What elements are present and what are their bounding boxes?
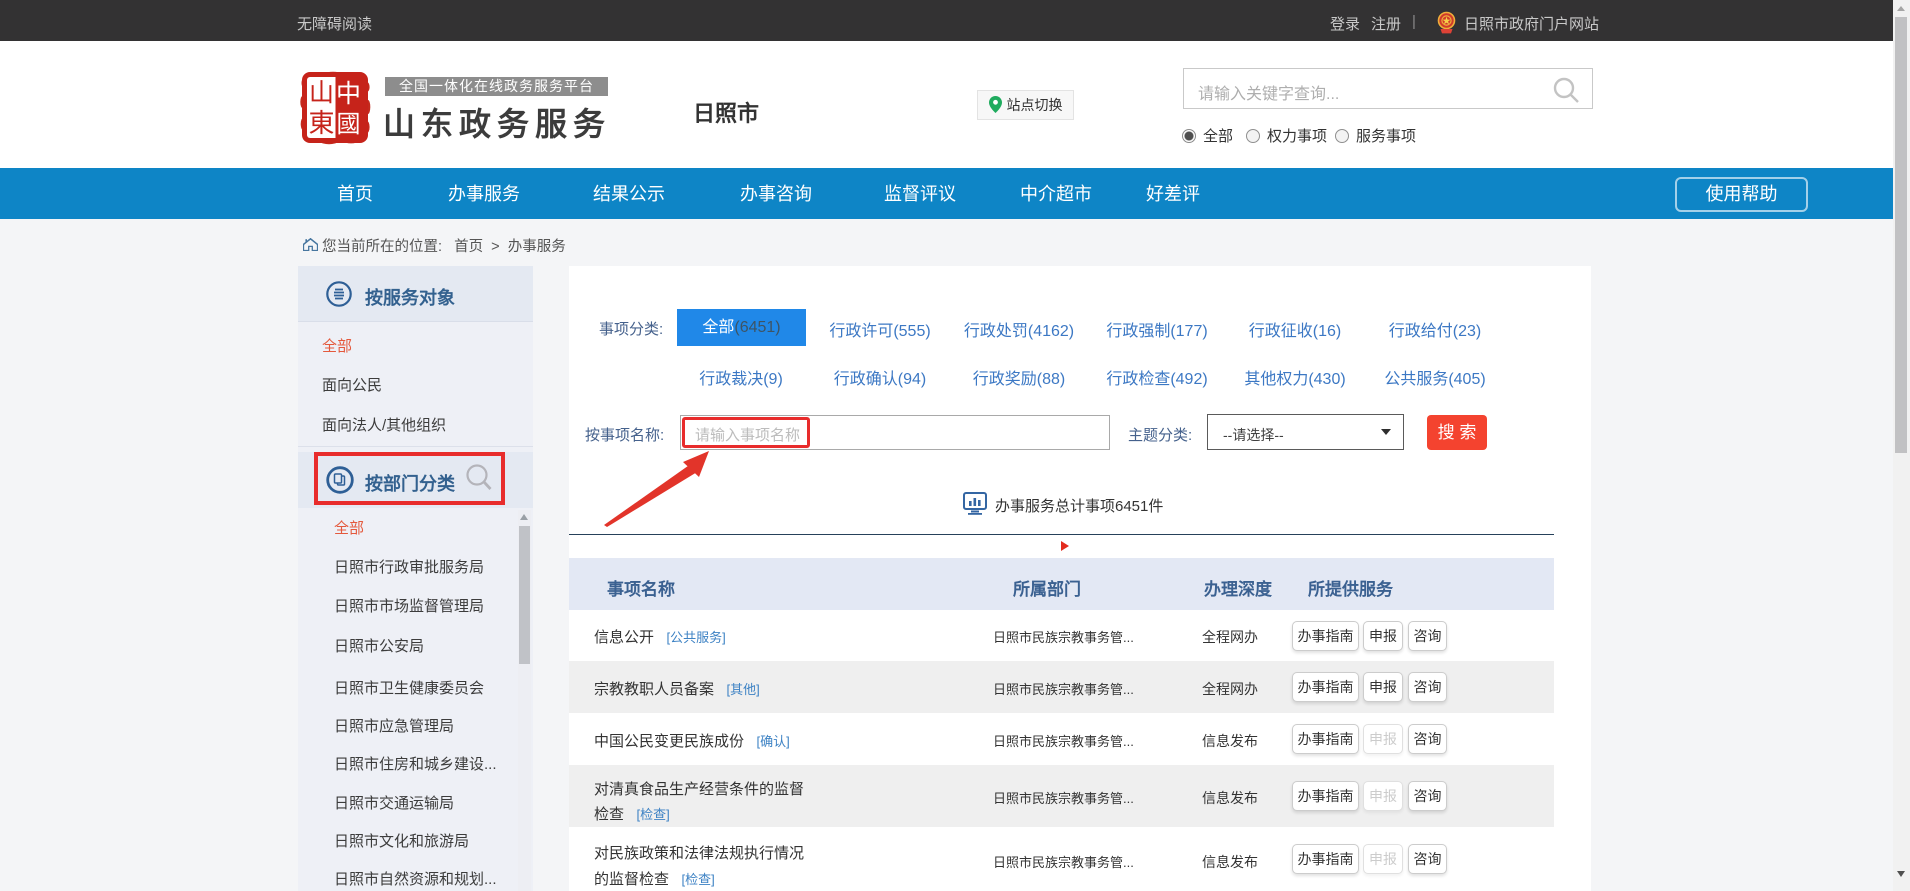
svg-text:中: 中 [336,80,361,108]
svg-text:山: 山 [309,79,334,107]
svg-text:東: 東 [308,109,334,138]
svg-text:國: 國 [337,112,361,138]
